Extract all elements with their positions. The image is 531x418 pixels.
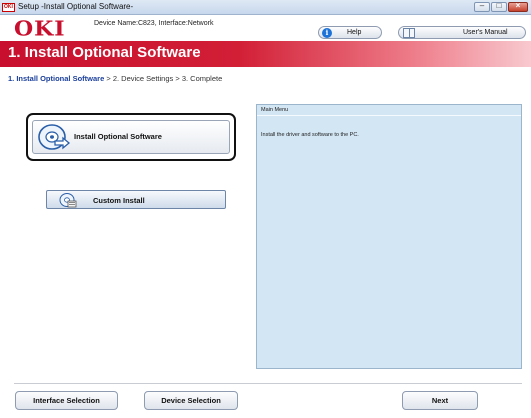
next-button[interactable]: Next: [402, 391, 478, 410]
custom-install-icon: [59, 193, 77, 208]
title-band: 1. Install Optional Software: [0, 41, 531, 67]
custom-install-label: Custom Install: [93, 196, 145, 205]
install-disc-icon: [38, 124, 71, 150]
close-icon: ×: [515, 1, 521, 10]
panel-divider: [257, 115, 521, 116]
custom-install-button[interactable]: Custom Install: [46, 190, 226, 209]
breadcrumb-active-step: 1. Install Optional Software: [8, 74, 105, 83]
minimize-button[interactable]: –: [474, 1, 490, 12]
header: OKI Device Name:C823, Interface:Network …: [0, 15, 531, 41]
window-controls: – □ ×: [474, 1, 528, 12]
breadcrumb: 1. Install Optional Software > 2. Device…: [8, 74, 222, 83]
device-selection-button[interactable]: Device Selection: [144, 391, 238, 410]
description-panel: Main Menu Install the driver and softwar…: [256, 104, 522, 369]
install-optional-software-label: Install Optional Software: [74, 132, 162, 141]
panel-title: Main Menu: [261, 107, 289, 113]
selection-frame: Install Optional Software: [26, 113, 236, 161]
device-name: Device Name:C823, Interface:Network: [94, 20, 214, 27]
window-titlebar[interactable]: OKI Setup -Install Optional Software- – …: [0, 0, 531, 15]
close-button[interactable]: ×: [508, 1, 528, 12]
minimize-icon: –: [479, 1, 485, 10]
oki-logo: OKI: [14, 16, 66, 42]
maximize-icon: □: [496, 1, 502, 10]
footer-divider: [14, 383, 522, 384]
install-optional-software-button[interactable]: Install Optional Software: [32, 120, 230, 154]
maximize-button[interactable]: □: [491, 1, 507, 12]
oki-app-icon: OKI: [2, 3, 15, 12]
help-icon: i: [322, 28, 332, 38]
help-button[interactable]: i Help: [318, 26, 382, 39]
users-manual-button[interactable]: User's Manual: [398, 26, 526, 39]
manual-icon: [403, 28, 415, 38]
interface-selection-button[interactable]: Interface Selection: [15, 391, 118, 410]
page-title: 1. Install Optional Software: [8, 44, 201, 61]
help-label: Help: [347, 29, 362, 36]
panel-description: Install the driver and software to the P…: [261, 132, 359, 138]
users-manual-label: User's Manual: [463, 29, 508, 36]
breadcrumb-remaining-steps: > 2. Device Settings > 3. Complete: [104, 74, 223, 83]
window-title: Setup -Install Optional Software-: [18, 2, 134, 11]
